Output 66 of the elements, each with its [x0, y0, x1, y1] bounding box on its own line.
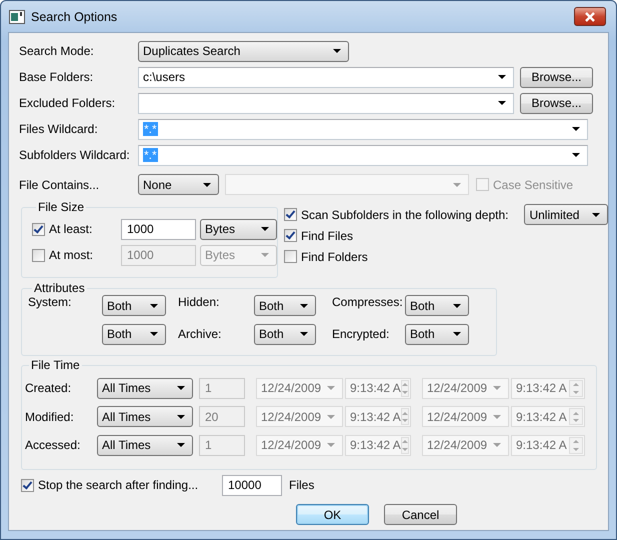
- time-field[interactable]: 9:13:42 A: [511, 434, 585, 456]
- time-label: Created:: [25, 381, 72, 396]
- date-picker[interactable]: 12/24/2009: [256, 406, 343, 428]
- combo-box[interactable]: [138, 92, 514, 114]
- limit-field[interactable]: 10000: [222, 474, 282, 496]
- attribute-label: Compresses:: [332, 295, 403, 309]
- count-field[interactable]: 1: [199, 378, 245, 399]
- field-label: Search Mode:: [19, 44, 95, 58]
- window-title: Search Options: [31, 10, 118, 24]
- attribute-label: System:: [28, 295, 72, 309]
- option-checkbox[interactable]: Find Files: [284, 228, 354, 242]
- unit-label: Files: [289, 478, 314, 492]
- unit-dropdown[interactable]: Bytes: [200, 218, 277, 240]
- field-label: Files Wildcard:: [19, 122, 99, 136]
- dropdown[interactable]: Duplicates Search: [138, 40, 349, 62]
- time-field[interactable]: 9:13:42 A: [345, 406, 411, 428]
- ok-button[interactable]: OK: [296, 504, 369, 525]
- time-field[interactable]: 9:13:42 A: [345, 434, 411, 456]
- date-picker[interactable]: 12/24/2009: [256, 434, 343, 456]
- browse-button[interactable]: Browse...: [520, 66, 593, 88]
- cancel-button[interactable]: Cancel: [384, 504, 457, 525]
- combo-box[interactable]: [225, 174, 469, 195]
- attribute-dropdown[interactable]: Both: [102, 295, 166, 316]
- depth-dropdown[interactable]: Unlimited: [524, 204, 608, 225]
- attribute-dropdown[interactable]: Both: [405, 295, 469, 316]
- attribute-dropdown[interactable]: Both: [405, 324, 469, 344]
- range-dropdown[interactable]: All Times: [97, 434, 193, 456]
- browse-button[interactable]: Browse...: [520, 92, 593, 114]
- option-checkbox[interactable]: Find Folders: [284, 250, 368, 264]
- close-button[interactable]: [574, 7, 606, 26]
- attribute-label: Hidden:: [178, 295, 220, 309]
- time-field[interactable]: 9:13:42 A: [511, 378, 585, 399]
- stop-checkbox[interactable]: Stop the search after finding...: [21, 478, 222, 492]
- time-field[interactable]: 9:13:42 A: [345, 378, 411, 399]
- size-field[interactable]: 1000: [121, 218, 196, 240]
- count-field[interactable]: 20: [199, 406, 245, 428]
- attribute-dropdown[interactable]: Both: [254, 324, 316, 344]
- size-checkbox[interactable]: At least:: [32, 222, 121, 236]
- date-picker[interactable]: 12/24/2009: [422, 406, 509, 428]
- group-title: File Time: [30, 358, 81, 372]
- date-picker[interactable]: 12/24/2009: [422, 378, 509, 399]
- time-field[interactable]: 9:13:42 A: [511, 406, 585, 428]
- window-icon: [9, 10, 25, 24]
- range-dropdown[interactable]: All Times: [97, 378, 193, 399]
- field-label: Excluded Folders:: [19, 96, 116, 110]
- time-label: Modified:: [25, 410, 75, 424]
- option-checkbox[interactable]: Scan Subfolders in the following depth:: [284, 208, 508, 222]
- group-title: File Size: [37, 200, 86, 214]
- size-checkbox[interactable]: At most:: [32, 248, 121, 262]
- attribute-dropdown[interactable]: Both: [102, 324, 166, 344]
- attribute-label: Encrypted:: [332, 327, 390, 341]
- field-label: Base Folders:: [19, 70, 94, 84]
- count-field[interactable]: 1: [199, 434, 245, 456]
- attribute-label: Archive:: [178, 327, 222, 341]
- date-picker[interactable]: 12/24/2009: [256, 378, 343, 399]
- time-label: Accessed:: [25, 438, 82, 452]
- dropdown[interactable]: None: [138, 174, 219, 195]
- attribute-dropdown[interactable]: Both: [254, 295, 316, 316]
- range-dropdown[interactable]: All Times: [97, 406, 193, 428]
- group-title: Attributes: [33, 281, 86, 295]
- size-field[interactable]: 1000: [121, 244, 196, 266]
- field-label: File Contains...: [19, 178, 100, 192]
- date-picker[interactable]: 12/24/2009: [422, 434, 509, 456]
- combo-box[interactable]: c:\users: [138, 66, 514, 88]
- close-icon: [584, 12, 596, 22]
- field-label: Subfolders Wildcard:: [19, 148, 131, 162]
